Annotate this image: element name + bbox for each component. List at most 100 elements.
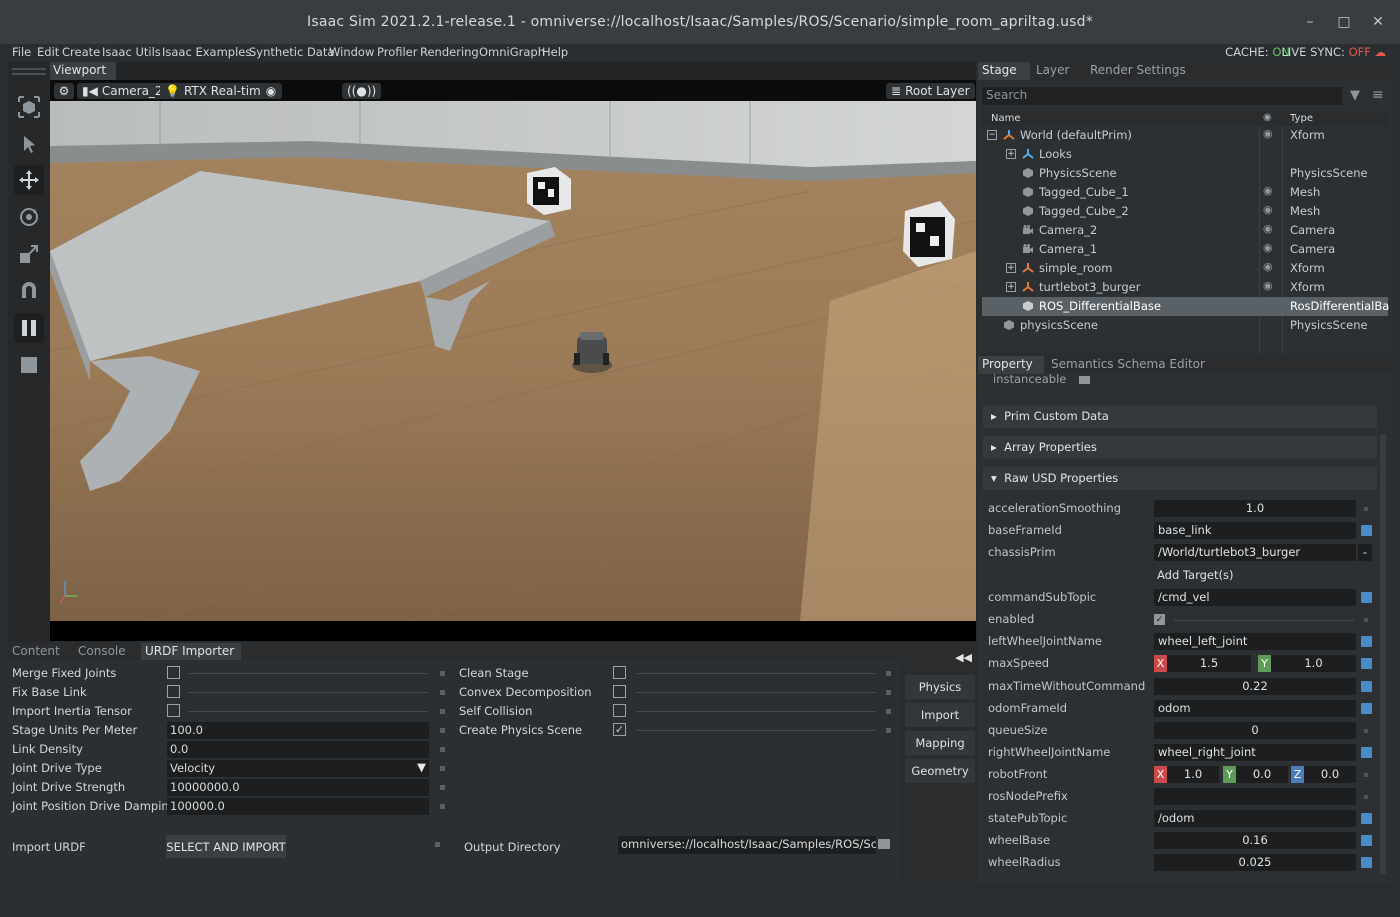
modified-indicator[interactable] (1361, 703, 1372, 714)
menu-file[interactable]: File (12, 45, 31, 59)
nav-physics-button[interactable]: Physics (905, 675, 975, 699)
prop-field-robotFront-z[interactable]: 0.0 (1304, 766, 1356, 783)
modified-indicator[interactable] (1361, 857, 1372, 868)
select-mode-icon[interactable] (14, 92, 44, 122)
section-raw-usd-properties[interactable]: ▾ Raw USD Properties (983, 467, 1377, 490)
stream-icon[interactable]: ((●)) (342, 83, 382, 99)
section-prim-custom-data[interactable]: ▸ Prim Custom Data (983, 405, 1377, 428)
stage-units-field[interactable]: 100.0 (167, 722, 429, 739)
stage-row-looks[interactable]: + Looks (982, 145, 1388, 164)
prop-field-statePubTopic[interactable]: /odom (1154, 810, 1356, 827)
live-sync-status[interactable]: LIVE SYNC: OFF ☁ (1281, 45, 1386, 59)
self-collision-checkbox[interactable] (613, 704, 626, 717)
stage-row-simple-room[interactable]: + simple_room ◉ Xform (982, 259, 1388, 278)
link-density-field[interactable]: 0.0 (167, 741, 429, 758)
prop-field-odomFrameId[interactable]: odom (1154, 700, 1356, 717)
stage-row-camera-1[interactable]: Camera_1 ◉ Camera (982, 240, 1388, 259)
remove-target-button[interactable]: - (1358, 544, 1372, 561)
renderer-selector[interactable]: 💡 RTX Real-time (160, 83, 274, 99)
folder-icon[interactable] (878, 839, 890, 849)
menu-edit[interactable]: Edit (37, 45, 59, 59)
prop-field-queueSize[interactable]: 0 (1154, 722, 1356, 739)
tab-console[interactable]: Console (74, 643, 130, 660)
select-and-import-button[interactable]: SELECT AND IMPORT (166, 835, 286, 858)
menu-window[interactable]: Window (329, 45, 374, 59)
visibility-eye-icon[interactable]: ◉ (1263, 241, 1273, 254)
prop-field-maxSpeed-y[interactable]: 1.0 (1271, 655, 1356, 672)
pause-icon[interactable] (14, 313, 44, 343)
expand-toggle-icon[interactable]: + (1006, 282, 1016, 292)
import-inertia-tensor-checkbox[interactable] (167, 704, 180, 717)
stop-icon[interactable] (14, 350, 44, 380)
camera-selector[interactable]: ▮◀ Camera_2 (77, 83, 168, 99)
prop-field-chassisPrim[interactable]: /World/turtlebot3_burger (1154, 544, 1356, 561)
property-scrollbar[interactable] (1380, 434, 1386, 874)
merge-fixed-joints-checkbox[interactable] (167, 666, 180, 679)
tab-viewport[interactable]: Viewport (50, 62, 116, 80)
tab-semantics-schema-editor[interactable]: Semantics Schema Editor (1047, 356, 1209, 374)
stage-row-camera-2[interactable]: Camera_2 ◉ Camera (982, 221, 1388, 240)
viewport[interactable]: ⚙ ▮◀ Camera_2 💡 RTX Real-time ◉ ((●)) ≣ … (50, 80, 976, 641)
tab-urdf-importer[interactable]: URDF Importer (141, 643, 241, 660)
modified-indicator[interactable] (1361, 835, 1372, 846)
visibility-eye-icon[interactable]: ◉ (1263, 222, 1273, 235)
modified-indicator[interactable] (1361, 747, 1372, 758)
stage-row-tagged-cube-1[interactable]: Tagged_Cube_1 ◉ Mesh (982, 183, 1388, 202)
joint-drive-strength-field[interactable]: 10000000.0 (167, 779, 429, 796)
menu-isaac-utils[interactable]: Isaac Utils (102, 45, 161, 59)
prop-field-wheelBase[interactable]: 0.16 (1154, 832, 1356, 849)
viewport-settings-gear-icon[interactable]: ⚙ (54, 83, 74, 99)
nav-import-button[interactable]: Import (905, 703, 975, 727)
prop-field-accelerationSmoothing[interactable]: 1.0 (1154, 500, 1356, 517)
modified-indicator[interactable] (1361, 681, 1372, 692)
tab-stage[interactable]: Stage (978, 62, 1030, 80)
tab-layer[interactable]: Layer (1032, 62, 1073, 80)
visibility-eye-icon[interactable]: ◉ (1263, 127, 1273, 140)
menu-rendering[interactable]: Rendering (420, 45, 479, 59)
prop-field-maxSpeed-x[interactable]: 1.5 (1167, 655, 1251, 672)
filter-icon[interactable]: ▼ (1350, 88, 1360, 103)
menu-isaac-examples[interactable]: Isaac Examples (162, 45, 251, 59)
visibility-eye-icon[interactable]: ◉ (1263, 203, 1273, 216)
stage-row-ros-differentialbase[interactable]: ROS_DifferentialBase RosDifferentialBa (982, 297, 1389, 316)
visibility-eye-icon[interactable]: ◉ (260, 83, 282, 99)
prop-field-rightWheelJointName[interactable]: wheel_right_joint (1154, 744, 1356, 761)
section-array-properties[interactable]: ▸ Array Properties (983, 436, 1377, 459)
options-menu-icon[interactable]: ≡ (1372, 87, 1384, 103)
joint-position-drive-damping-field[interactable]: 100000.0 (167, 798, 429, 815)
layer-selector[interactable]: ≣ Root Layer (886, 83, 975, 99)
prop-field-wheelRadius[interactable]: 0.025 (1154, 854, 1356, 871)
convex-decomposition-checkbox[interactable] (613, 685, 626, 698)
fix-base-link-checkbox[interactable] (167, 685, 180, 698)
instanceable-checkbox[interactable] (1079, 376, 1090, 384)
minimize-button[interactable]: – (1302, 14, 1318, 30)
close-button[interactable]: ✕ (1370, 14, 1386, 30)
prop-field-rosNodePrefix[interactable] (1154, 788, 1356, 805)
prop-checkbox-enabled[interactable]: ✓ (1154, 614, 1165, 625)
stage-row-turtlebot3-burger[interactable]: + turtlebot3_burger ◉ Xform (982, 278, 1388, 297)
visibility-eye-icon[interactable]: ◉ (1263, 184, 1273, 197)
scale-tool-icon[interactable] (14, 239, 44, 269)
rotate-tool-icon[interactable] (14, 202, 44, 232)
menu-help[interactable]: Help (542, 45, 568, 59)
menu-omnigraph[interactable]: OmniGraph (479, 45, 545, 59)
stage-search-input[interactable]: Search (982, 87, 1342, 105)
stage-row-physicsscene[interactable]: PhysicsScene PhysicsScene (982, 164, 1388, 183)
visibility-eye-icon[interactable]: ◉ (1263, 279, 1273, 292)
create-physics-scene-checkbox[interactable]: ✓ (613, 723, 626, 736)
add-target-button[interactable]: Add Target(s) (1157, 568, 1233, 582)
move-tool-icon[interactable] (14, 165, 44, 195)
nav-mapping-button[interactable]: Mapping (905, 731, 975, 755)
joint-drive-type-select[interactable]: Velocity ▼ (167, 760, 429, 777)
collapse-icon[interactable]: ◀◀ (955, 651, 972, 664)
prop-field-commandSubTopic[interactable]: /cmd_vel (1154, 589, 1356, 606)
prop-field-leftWheelJointName[interactable]: wheel_left_joint (1154, 633, 1356, 650)
prop-field-robotFront-y[interactable]: 0.0 (1236, 766, 1288, 783)
stage-row-physicsscene-root[interactable]: physicsScene PhysicsScene (982, 316, 1388, 335)
menu-synthetic-data[interactable]: Synthetic Data (249, 45, 334, 59)
tab-render-settings[interactable]: Render Settings (1086, 62, 1190, 80)
tab-content[interactable]: Content (8, 643, 64, 660)
stage-row-world[interactable]: − World (defaultPrim) ◉ Xform (982, 126, 1388, 145)
stage-row-tagged-cube-2[interactable]: Tagged_Cube_2 ◉ Mesh (982, 202, 1388, 221)
select-arrow-icon[interactable] (14, 129, 44, 159)
